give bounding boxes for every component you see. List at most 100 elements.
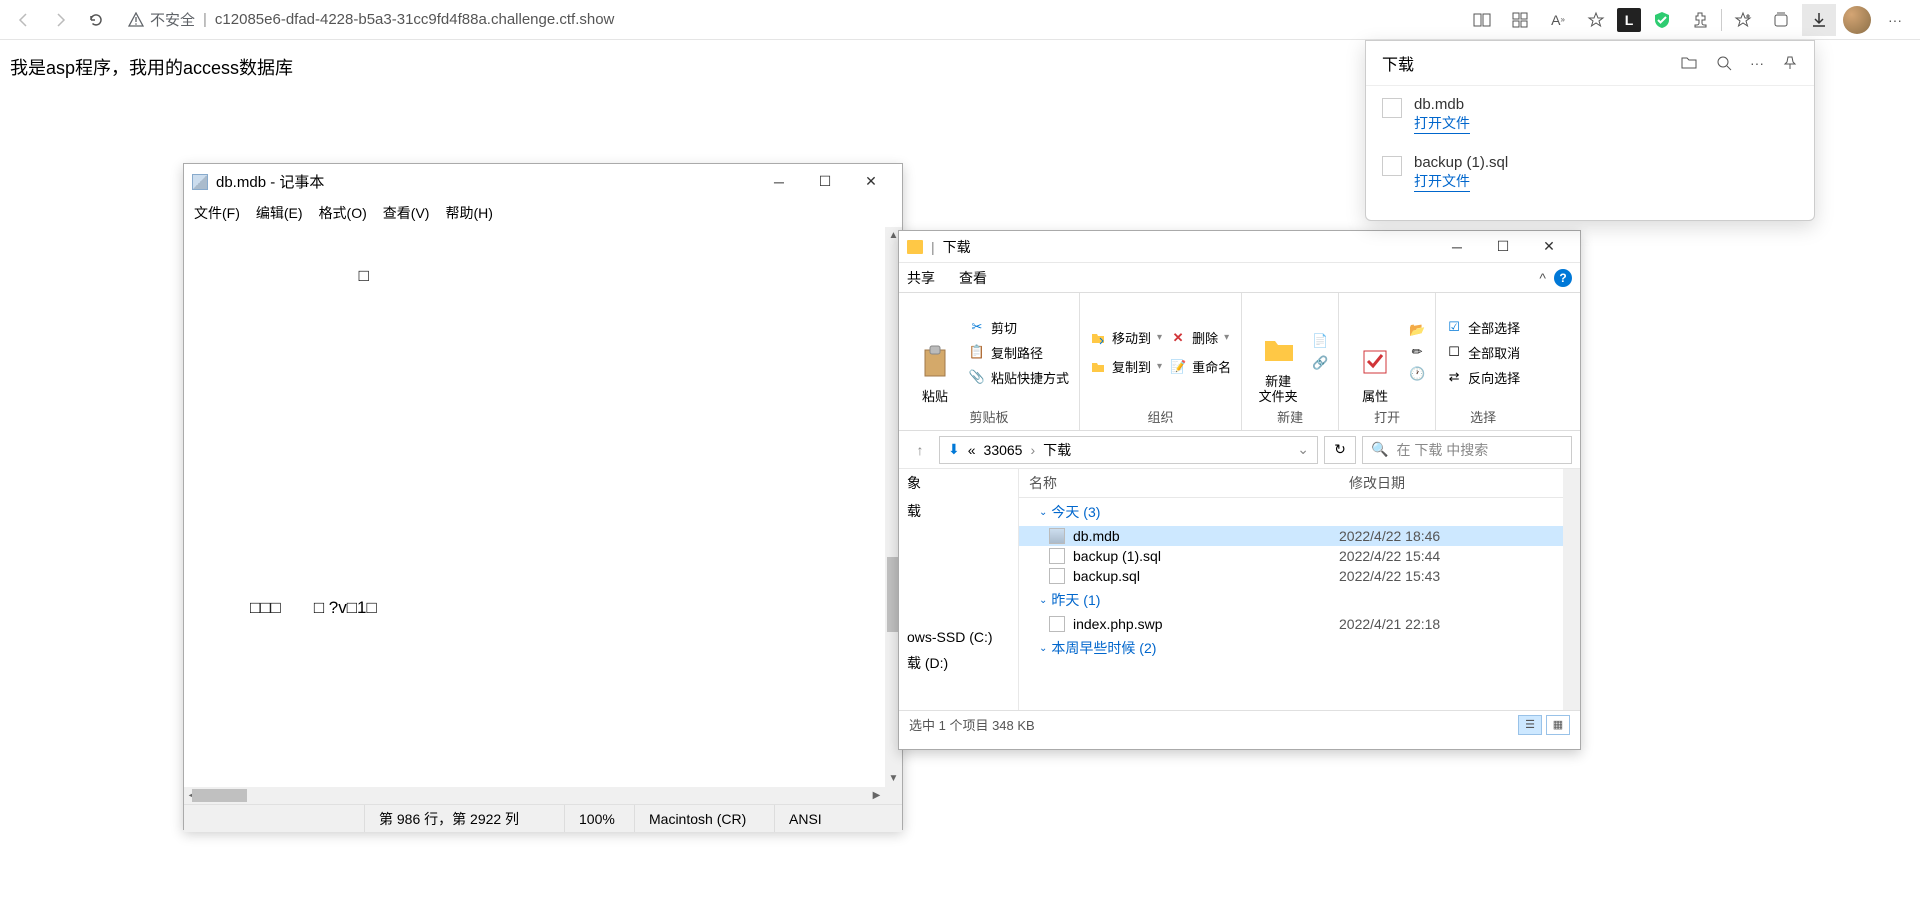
search-icon[interactable] [1716, 55, 1732, 71]
rename-button[interactable]: 📝重命名 [1170, 357, 1231, 376]
collections-icon[interactable] [1764, 4, 1798, 36]
close-button[interactable]: ✕ [1526, 233, 1572, 261]
copy-path-button[interactable]: 📋复制路径 [969, 343, 1069, 362]
col-name[interactable]: 名称 [1019, 469, 1339, 497]
ext-l-icon[interactable]: L [1617, 8, 1641, 32]
notepad-titlebar[interactable]: db.mdb - 记事本 ─ ☐ ✕ [184, 164, 902, 199]
search-box[interactable]: 🔍 在 下载 中搜索 [1362, 436, 1572, 464]
group-yesterday[interactable]: ⌄昨天 (1) [1019, 586, 1580, 614]
file-row[interactable]: backup.sql 2022/4/22 15:43 [1019, 566, 1580, 586]
explorer-titlebar[interactable]: | 下载 ─ ☐ ✕ [899, 231, 1580, 263]
select-none-button[interactable]: ☐全部取消 [1446, 343, 1520, 362]
tab-share[interactable]: 共享 [907, 268, 935, 288]
open-file-link[interactable]: 打开文件 [1414, 113, 1470, 134]
explorer-file-list[interactable]: 名称 修改日期 ⌄今天 (3) db.mdb 2022/4/22 18:46 b… [1019, 469, 1580, 710]
search-icon: 🔍 [1371, 441, 1388, 458]
paste-shortcut-button[interactable]: 📎粘贴快捷方式 [969, 368, 1069, 387]
back-button[interactable] [8, 4, 40, 36]
tab-view[interactable]: 查看 [959, 268, 987, 288]
invert-selection-button[interactable]: ⇄反向选择 [1446, 368, 1520, 387]
nav-item[interactable]: 载 [899, 497, 1018, 525]
close-button[interactable]: ✕ [848, 167, 894, 197]
forward-button[interactable] [44, 4, 76, 36]
grid-icon[interactable] [1503, 4, 1537, 36]
address-bar[interactable]: 不安全 | c12085e6-dfad-4228-b5a3-31cc9fd4f8… [118, 5, 1459, 34]
file-icon [1382, 98, 1402, 118]
open-file-link[interactable]: 打开文件 [1414, 171, 1470, 192]
menu-help[interactable]: 帮助(H) [445, 203, 492, 223]
new-folder-button[interactable]: 新建 文件夹 [1252, 299, 1304, 405]
details-view-button[interactable]: ☰ [1518, 715, 1542, 735]
favorites-icon[interactable] [1579, 4, 1613, 36]
file-icon [1049, 528, 1065, 544]
file-row[interactable]: index.php.swp 2022/4/21 22:18 [1019, 614, 1580, 634]
nav-item[interactable]: 载 (D:) [899, 649, 1018, 677]
scroll-thumb[interactable] [192, 789, 247, 802]
copy-to-button[interactable]: 复制到▾ [1090, 357, 1162, 376]
notepad-statusbar: 第 986 行，第 2922 列 100% Macintosh (CR) ANS… [184, 804, 902, 832]
paste-button[interactable]: 粘贴 [909, 299, 961, 405]
refresh-button[interactable] [80, 4, 112, 36]
reading-view-icon[interactable] [1465, 4, 1499, 36]
properties-button[interactable]: 属性 [1349, 299, 1401, 405]
cut-button[interactable]: ✂剪切 [969, 318, 1069, 337]
help-icon[interactable]: ? [1554, 269, 1572, 287]
minimize-button[interactable]: ─ [1434, 233, 1480, 261]
path-bar[interactable]: ⬇ « 33065 › 下载 ⌄ [939, 436, 1318, 464]
notepad-menubar: 文件(F) 编辑(E) 格式(O) 查看(V) 帮助(H) [184, 199, 902, 227]
file-row[interactable]: backup (1).sql 2022/4/22 15:44 [1019, 546, 1580, 566]
col-date[interactable]: 修改日期 [1339, 469, 1489, 497]
horizontal-scrollbar[interactable]: ◀ ▶ [184, 787, 902, 804]
icons-view-button[interactable]: ▦ [1546, 715, 1570, 735]
more-icon[interactable]: ··· [1750, 55, 1764, 71]
minimize-button[interactable]: ─ [756, 167, 802, 197]
text-size-icon[interactable]: A» [1541, 4, 1575, 36]
select-all-button[interactable]: ☑全部选择 [1446, 318, 1520, 337]
nav-item[interactable]: 象 [899, 469, 1018, 497]
file-icon [1049, 568, 1065, 584]
shield-icon[interactable] [1645, 4, 1679, 36]
menu-view[interactable]: 查看(V) [383, 203, 430, 223]
vertical-scrollbar[interactable] [1563, 469, 1580, 710]
encoding: ANSI [774, 805, 902, 832]
group-earlier[interactable]: ⌄本周早些时候 (2) [1019, 634, 1580, 662]
add-favorite-icon[interactable] [1726, 4, 1760, 36]
profile-avatar[interactable] [1840, 4, 1874, 36]
nav-item[interactable]: ows-SSD (C:) [899, 625, 1018, 649]
menu-edit[interactable]: 编辑(E) [256, 203, 303, 223]
folder-icon [907, 240, 923, 254]
maximize-button[interactable]: ☐ [802, 167, 848, 197]
extensions-icon[interactable] [1683, 4, 1717, 36]
warning-icon [128, 12, 144, 28]
group-today[interactable]: ⌄今天 (3) [1019, 498, 1580, 526]
download-filename: db.mdb [1414, 96, 1470, 113]
explorer-statusbar: 选中 1 个项目 348 KB ☰ ▦ [899, 710, 1580, 738]
downloads-icon[interactable] [1802, 4, 1836, 36]
open-folder-icon[interactable] [1680, 55, 1698, 71]
file-row[interactable]: db.mdb 2022/4/22 18:46 [1019, 526, 1580, 546]
maximize-button[interactable]: ☐ [1480, 233, 1526, 261]
pin-icon[interactable] [1782, 55, 1798, 71]
menu-format[interactable]: 格式(O) [319, 203, 367, 223]
download-item[interactable]: db.mdb 打开文件 [1366, 86, 1814, 144]
refresh-button[interactable]: ↻ [1324, 436, 1356, 464]
collapse-ribbon-icon[interactable]: ^ [1539, 270, 1546, 286]
insecure-label: 不安全 [150, 9, 195, 30]
up-button[interactable]: ↑ [907, 437, 933, 463]
download-item[interactable]: backup (1).sql 打开文件 [1366, 144, 1814, 202]
notepad-icon [192, 174, 208, 190]
downloads-panel: 下载 ··· db.mdb 打开文件 backup (1).sql 打开文件 [1365, 40, 1815, 221]
menu-file[interactable]: 文件(F) [194, 203, 240, 223]
file-icon [1049, 548, 1065, 564]
notepad-title: db.mdb - 记事本 [216, 171, 324, 192]
notepad-body[interactable]: □ □□□ □ ?v□1□ □□>□9 □ □ □ □ ? 詮斖;N□Rbcb?… [184, 227, 902, 804]
explorer-title: 下载 [943, 237, 971, 257]
explorer-nav-pane[interactable]: 象 载 ows-SSD (C:) 载 (D:) [899, 469, 1019, 710]
explorer-tabs: 共享 查看 ^ ? [899, 263, 1580, 293]
file-icon [1382, 156, 1402, 176]
move-to-button[interactable]: 移动到▾ [1090, 328, 1162, 347]
more-icon[interactable]: ··· [1878, 4, 1912, 36]
line-ending: Macintosh (CR) [634, 805, 774, 832]
delete-button[interactable]: ✕删除▾ [1170, 328, 1231, 347]
zoom-level: 100% [564, 805, 634, 832]
